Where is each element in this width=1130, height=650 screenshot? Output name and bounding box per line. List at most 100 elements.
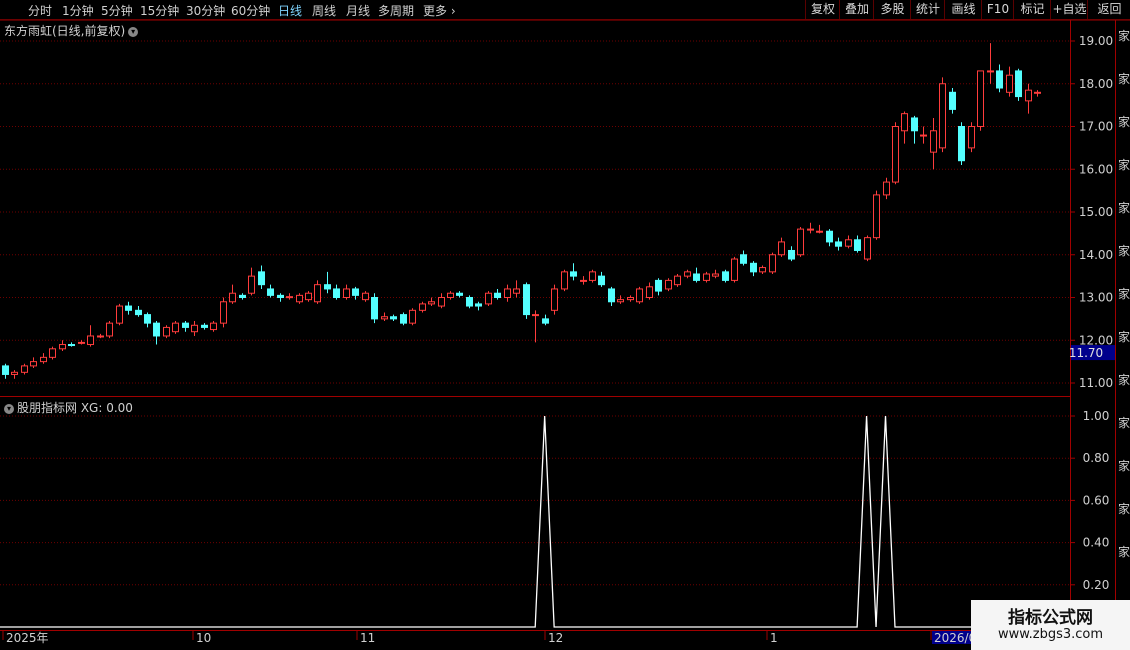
candle-body-up [78,341,85,344]
period-6[interactable]: 日线 [278,2,302,19]
candle-body-up [49,348,56,358]
candle-body-down [400,314,407,324]
candle-body-down [958,126,965,162]
action-1[interactable]: 叠加 [839,0,874,19]
candle [968,122,975,153]
candle [608,286,615,307]
candle-body-down [182,322,189,328]
candle-body-up [40,356,47,363]
candle-body-up [845,239,852,247]
xg-line [0,415,1070,628]
candle-body-down [740,254,747,264]
period-8[interactable]: 月线 [346,2,370,19]
chart-area: 19.00 18.00 17.00 16.00 15.00 14.00 13.00 12.00… [0,19,1130,645]
period-0[interactable]: 分时 [28,2,52,19]
candle-body-down [826,230,833,243]
main-chart-title-text: 东方雨虹(日线,前复权) [4,24,126,38]
period-2[interactable]: 5分钟 [101,2,133,19]
period-4[interactable]: 30分钟 [186,2,225,19]
candle-body-up [769,254,776,273]
candle-body-up [485,292,492,305]
y-tick-label-main: 13.00 [1079,291,1113,305]
candle [987,43,994,84]
candle [78,340,85,345]
side-strip-char: 家 [1118,157,1130,172]
period-3[interactable]: 15分钟 [140,2,179,19]
side-strip-char: 家 [1118,544,1130,559]
period-5[interactable]: 60分钟 [231,2,270,19]
candle [740,250,747,266]
candle-body-down [854,239,861,251]
candle-body-up [343,288,350,299]
action-0[interactable]: 复权 [805,0,840,19]
y-tick-label-ind: 0.20 [1083,578,1110,592]
candle-body-up [11,371,18,375]
action-2[interactable]: 多股 [873,0,911,19]
candle [646,282,653,300]
candle-body-up [532,314,539,317]
candle [163,325,170,339]
candle [21,363,28,375]
main-grid [0,19,1130,631]
candle [296,293,303,304]
chevron-down-icon[interactable]: ▾ [128,26,139,37]
candle [371,293,378,324]
collapse-icon[interactable]: ▾ [4,403,14,414]
candle-body-up [968,126,975,149]
candle [892,122,899,185]
candle-body-up [930,130,937,153]
candle-body-up [759,267,766,273]
candle-body-up [703,273,710,281]
candle-body-down [750,262,757,273]
candle-body-up [21,365,28,373]
candle [97,333,104,339]
candle [703,271,710,283]
action-5[interactable]: F10 [981,0,1014,19]
candle [248,267,255,296]
candle-body-up [362,292,369,301]
candle [135,306,142,317]
candle-body-up [561,271,568,290]
candle-body-up [210,322,217,331]
period-7[interactable]: 周线 [312,2,336,19]
candle [144,312,151,328]
candle [106,321,113,339]
candle-body-up [977,70,984,128]
candle [693,267,700,283]
candle [438,293,445,309]
candle [617,295,624,304]
candle-body-up [305,292,312,301]
action-7[interactable]: +自选 [1050,0,1088,19]
candle [153,321,160,345]
current-price-label: 11.70 [1069,346,1103,360]
action-4[interactable]: 画线 [944,0,982,19]
candle-body-down [1015,70,1022,98]
candle [883,177,890,200]
candle [542,314,549,326]
candle [40,353,47,364]
candle-body-down [693,273,700,281]
action-8[interactable]: 返回 [1087,0,1130,19]
action-6[interactable]: 标记 [1013,0,1051,19]
candle [958,122,965,165]
candle [30,357,37,369]
candle-body-down [494,292,501,299]
period-10[interactable]: 更多 › [423,2,456,19]
main-chart-title: 东方雨虹(日线,前复权) ▾ [4,22,139,39]
y-tick-label-ind: 1.00 [1083,409,1110,423]
candle [864,235,871,262]
candle-body-up [665,279,672,290]
candle-body-up [883,181,890,196]
candle-body-down [542,318,549,324]
candle [504,284,511,302]
candle-body-down [390,316,397,320]
candle [835,237,842,251]
candle-body-up [59,344,66,350]
candle [636,286,643,304]
action-3[interactable]: 统计 [910,0,945,19]
period-9[interactable]: 多周期 [378,2,414,19]
period-1[interactable]: 1分钟 [62,2,94,19]
candle [589,269,596,283]
candle-body-down [68,344,75,347]
candle-body-up [987,70,994,73]
